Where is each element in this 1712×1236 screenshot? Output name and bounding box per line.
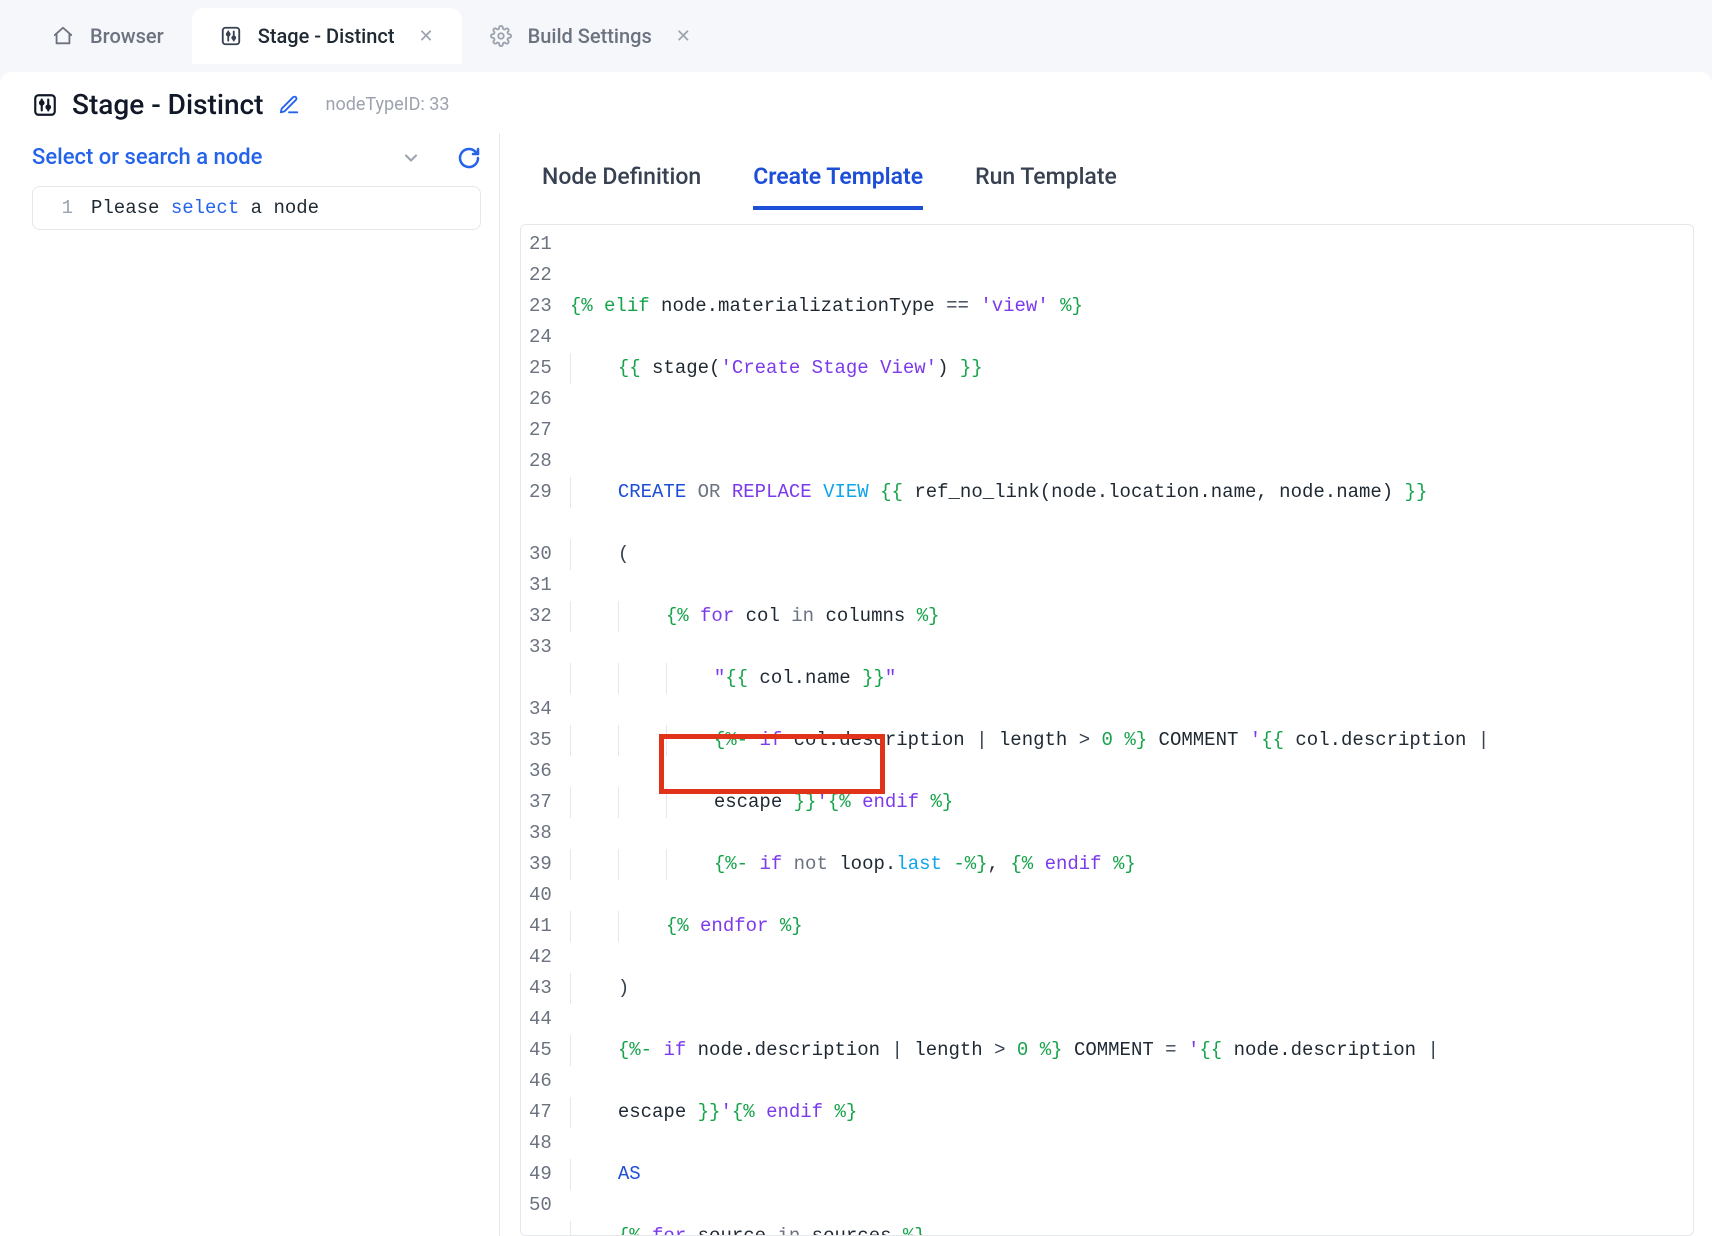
- mini-editor[interactable]: 1 Please select a node: [32, 186, 481, 230]
- code-body[interactable]: {% elif node.materializationType == 'vie…: [564, 225, 1499, 1235]
- code-line[interactable]: {%- if not loop.last -%}, {% endif %}: [570, 849, 1489, 880]
- chevron-down-icon[interactable]: [401, 148, 421, 168]
- inner-tab-node-definition[interactable]: Node Definition: [542, 163, 701, 210]
- inner-tab-run-template[interactable]: Run Template: [975, 163, 1117, 210]
- code-line[interactable]: CREATE OR REPLACE VIEW {{ ref_no_link(no…: [570, 477, 1489, 508]
- node-type-id: nodeTypeID: 33: [326, 94, 450, 115]
- sliders-icon: [32, 92, 58, 118]
- code-line[interactable]: "{{ col.name }}": [570, 663, 1489, 694]
- code-line[interactable]: [570, 415, 1489, 446]
- gear-icon: [490, 25, 512, 47]
- inner-tab-create-template[interactable]: Create Template: [753, 163, 923, 210]
- content-split: Select or search a node 1 Please select …: [0, 133, 1712, 1236]
- node-search-dropdown[interactable]: Select or search a node: [32, 145, 262, 170]
- main-panel: Stage - Distinct nodeTypeID: 33 Select o…: [0, 72, 1712, 1236]
- mini-code: Please select a node: [91, 197, 319, 219]
- code-line[interactable]: (: [570, 539, 1489, 570]
- code-editor-wrap: 2122232425262728293031323334353637383940…: [520, 224, 1694, 1236]
- code-gutter: 2122232425262728293031323334353637383940…: [521, 225, 564, 1235]
- code-line[interactable]: ): [570, 973, 1489, 1004]
- header: Stage - Distinct nodeTypeID: 33: [0, 72, 1712, 133]
- code-line[interactable]: {{ stage('Create Stage View') }}: [570, 353, 1489, 384]
- mini-gutter: 1: [33, 197, 91, 219]
- inner-tabs: Node Definition Create Template Run Temp…: [500, 133, 1712, 210]
- refresh-icon[interactable]: [457, 146, 481, 170]
- code-line[interactable]: {% endfor %}: [570, 911, 1489, 942]
- code-line[interactable]: AS: [570, 1159, 1489, 1190]
- code-line[interactable]: {%- if node.description | length > 0 %} …: [570, 1035, 1489, 1066]
- pencil-icon[interactable]: [278, 94, 300, 116]
- code-line[interactable]: {% elif node.materializationType == 'vie…: [570, 291, 1489, 322]
- close-icon[interactable]: ✕: [419, 26, 434, 47]
- code-line[interactable]: escape }}'{% endif %}: [570, 787, 1489, 818]
- right-panel: Node Definition Create Template Run Temp…: [500, 133, 1712, 1236]
- code-line[interactable]: {%- if col.description | length > 0 %} C…: [570, 725, 1489, 756]
- tab-stage-label: Stage - Distinct: [258, 24, 395, 48]
- tab-browser[interactable]: Browser: [24, 8, 192, 64]
- close-icon[interactable]: ✕: [676, 26, 691, 47]
- home-icon: [52, 25, 74, 47]
- code-line[interactable]: {% for source in sources %}: [570, 1221, 1489, 1235]
- tab-browser-label: Browser: [90, 24, 164, 48]
- tab-build-settings[interactable]: Build Settings ✕: [462, 8, 719, 64]
- left-panel: Select or search a node 1 Please select …: [0, 133, 500, 1236]
- code-editor[interactable]: 2122232425262728293031323334353637383940…: [521, 225, 1693, 1235]
- code-line[interactable]: {% for col in columns %}: [570, 601, 1489, 632]
- code-line[interactable]: [570, 229, 1489, 260]
- tab-stage-distinct[interactable]: Stage - Distinct ✕: [192, 8, 462, 64]
- node-search-row: Select or search a node: [32, 133, 481, 186]
- tabs-row: Browser Stage - Distinct ✕ Build Setting…: [0, 0, 1712, 72]
- tab-build-settings-label: Build Settings: [528, 24, 652, 48]
- code-line[interactable]: escape }}'{% endif %}: [570, 1097, 1489, 1128]
- sliders-icon: [220, 25, 242, 47]
- page-title: Stage - Distinct: [72, 88, 264, 121]
